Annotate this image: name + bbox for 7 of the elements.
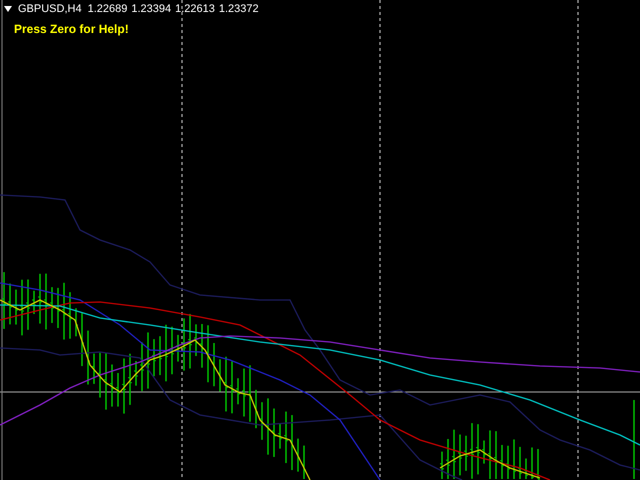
symbol-label: GBPUSD,H4 [18, 2, 82, 16]
dropdown-triangle-icon[interactable] [4, 6, 12, 12]
price-quote: 1.23372 [218, 2, 259, 16]
price-quote: 1.23394 [131, 2, 172, 16]
price-quote: 1.22689 [88, 2, 128, 16]
price-quote: 1.22613 [175, 2, 215, 16]
help-hint: Press Zero for Help! [14, 22, 129, 37]
